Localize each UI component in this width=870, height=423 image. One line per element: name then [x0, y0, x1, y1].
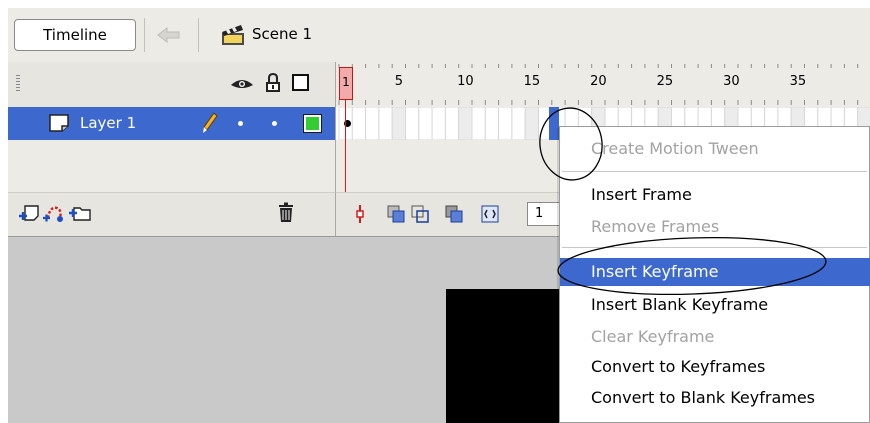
- menu-separator: [562, 247, 867, 248]
- frame-cell: [431, 107, 446, 140]
- layer-outline-color-swatch[interactable]: [303, 114, 322, 133]
- modify-onion-markers-icon[interactable]: [480, 204, 500, 224]
- onion-skin-outlines-icon[interactable]: [410, 204, 430, 224]
- pencil-icon: [203, 112, 218, 133]
- frame-ruler[interactable]: 1 5 10 15 20 25 30 35: [335, 62, 870, 107]
- toolbar-divider: [198, 18, 199, 52]
- frame-cell: [391, 107, 407, 140]
- menu-item-convert-to-keyframes[interactable]: Convert to Keyframes: [560, 353, 870, 381]
- center-frame-icon[interactable]: [350, 204, 370, 224]
- layer-lock-dot[interactable]: [272, 121, 277, 126]
- frame-cell: [524, 107, 539, 140]
- menu-item-create-motion-tween: Create Motion Tween: [591, 139, 759, 158]
- stage-black-shape[interactable]: [446, 289, 560, 423]
- eye-icon[interactable]: [230, 77, 254, 91]
- menu-item-remove-frames: Remove Frames: [591, 217, 720, 236]
- timeline-tab-button[interactable]: Timeline: [14, 19, 136, 51]
- layer-name[interactable]: Layer 1: [80, 114, 136, 132]
- ruler-frame-number: 25: [656, 74, 674, 89]
- layer-page-icon: [49, 114, 69, 132]
- trash-icon[interactable]: [276, 201, 296, 223]
- ruler-frame-number: 10: [457, 74, 474, 89]
- toolbar-divider: [144, 18, 145, 52]
- frame-cell: [418, 107, 433, 140]
- layer-list-empty-area: [8, 140, 335, 192]
- menu-separator: [562, 171, 867, 172]
- clapperboard-icon: [222, 25, 244, 45]
- lock-icon[interactable]: [264, 73, 282, 93]
- menu-item-convert-to-blank-keyframes[interactable]: Convert to Blank Keyframes: [560, 384, 870, 412]
- frame-cell: [365, 107, 380, 140]
- playhead-line: [345, 100, 346, 194]
- edit-multiple-frames-icon[interactable]: [444, 204, 464, 224]
- selected-frame-cell[interactable]: [549, 107, 559, 140]
- menu-item-insert-blank-keyframe[interactable]: Insert Blank Keyframe: [560, 291, 870, 319]
- ruler-frame-number: 20: [590, 74, 607, 89]
- back-arrow-icon[interactable]: [156, 25, 182, 45]
- frame-cell: [378, 107, 393, 140]
- layer-row[interactable]: Layer 1: [8, 107, 335, 140]
- playhead[interactable]: 1: [339, 67, 353, 100]
- onion-skin-icon[interactable]: [386, 204, 406, 224]
- frame-cell: [444, 107, 460, 140]
- frame-cell: [498, 107, 513, 140]
- timeline-toolbar: Timeline Scene 1: [8, 8, 870, 62]
- menu-item-insert-frame[interactable]: Insert Frame: [560, 181, 870, 209]
- insert-layer-icon[interactable]: [18, 202, 40, 224]
- frame-cell: [484, 107, 500, 140]
- layer-header: [8, 62, 335, 107]
- show-outline-icon[interactable]: [292, 74, 309, 91]
- layer-footer-toolbar: [8, 192, 335, 236]
- add-motion-guide-icon[interactable]: [42, 202, 66, 224]
- layer-visibility-dot[interactable]: [238, 121, 243, 126]
- frame-cell: [405, 107, 420, 140]
- ruler-frame-number: 15: [523, 74, 541, 89]
- frame-cell: [511, 107, 526, 140]
- panel-grip-handle[interactable]: [16, 75, 20, 93]
- menu-item-insert-keyframe[interactable]: Insert Keyframe: [560, 258, 870, 286]
- frame-cell: [351, 107, 367, 140]
- ruler-frame-number: 35: [789, 74, 807, 89]
- frame-cell: [471, 107, 486, 140]
- ruler-frame-number: 30: [723, 74, 740, 89]
- scene-name-label[interactable]: Scene 1: [252, 25, 312, 43]
- ruler-frame-number: 5: [394, 74, 403, 89]
- frame-context-menu: Create Motion Tween Insert Frame Remove …: [559, 126, 870, 423]
- frame-cell: [458, 107, 473, 140]
- insert-layer-folder-icon[interactable]: [68, 201, 92, 223]
- menu-item-clear-keyframe: Clear Keyframe: [591, 327, 715, 346]
